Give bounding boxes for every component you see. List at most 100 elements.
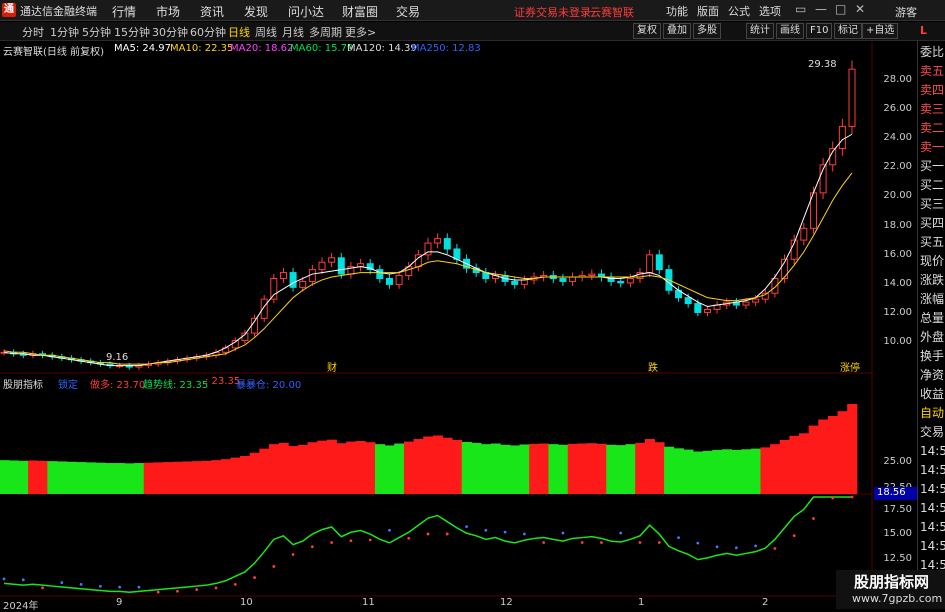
candle-body bbox=[434, 238, 442, 244]
indicator-bar bbox=[721, 449, 733, 494]
level-badge[interactable]: L bbox=[920, 24, 927, 37]
indicator-bar bbox=[432, 435, 443, 494]
indicator-bar bbox=[240, 456, 251, 494]
candle-body bbox=[617, 280, 625, 284]
y-label: 22.00 bbox=[883, 161, 912, 172]
indicator-bar bbox=[85, 462, 97, 494]
indicator-last-value: 18.56 bbox=[874, 487, 918, 500]
candle-body bbox=[385, 277, 393, 285]
trail-marker bbox=[792, 534, 796, 538]
candle-body bbox=[655, 254, 663, 271]
trail-marker bbox=[156, 590, 160, 594]
trail-marker bbox=[368, 538, 372, 542]
sub-y-label: 17.50 bbox=[883, 504, 912, 515]
indicator-bar bbox=[635, 442, 646, 494]
indicator-bar bbox=[693, 451, 704, 494]
indicator-bar bbox=[8, 460, 19, 494]
candle-body bbox=[279, 272, 287, 279]
trail-marker bbox=[754, 544, 758, 548]
indicator-bar bbox=[847, 404, 858, 494]
indicator-bar bbox=[519, 444, 530, 494]
indicator-bar bbox=[606, 444, 617, 494]
trail-marker bbox=[272, 565, 276, 568]
sidebar-item: 卖一 bbox=[920, 140, 945, 154]
sidebar-item: 自动 bbox=[920, 406, 945, 420]
indicator-bar bbox=[134, 463, 145, 494]
indicator-bar bbox=[326, 439, 337, 494]
sidebar-item: 14:56 bbox=[920, 520, 945, 534]
sidebar-item: 现价 bbox=[920, 254, 945, 268]
candle-body bbox=[588, 273, 596, 277]
trail-marker bbox=[137, 585, 141, 589]
indicator-bar bbox=[18, 460, 29, 494]
event-marker[interactable]: 涨停 bbox=[840, 359, 860, 374]
trend-line bbox=[3, 496, 852, 593]
indicator-bar bbox=[799, 433, 810, 494]
indicator-bar bbox=[76, 462, 87, 494]
indicator-bar bbox=[201, 460, 212, 494]
indicator-field: 锁定 bbox=[58, 380, 78, 391]
indicator-bar bbox=[143, 462, 154, 494]
indicator-bar bbox=[37, 460, 48, 494]
candle-body bbox=[569, 276, 577, 282]
trail-marker bbox=[118, 585, 122, 589]
x-label: 1 bbox=[638, 597, 645, 608]
trail-marker bbox=[310, 545, 314, 549]
indicator-bar bbox=[567, 443, 578, 494]
candle-body bbox=[771, 277, 779, 294]
indicator-bar bbox=[153, 462, 164, 494]
trail-marker bbox=[522, 532, 526, 536]
indicator-bar bbox=[278, 442, 289, 494]
y-label: 16.00 bbox=[883, 249, 912, 260]
indicator-bar bbox=[249, 452, 260, 494]
trail-marker bbox=[715, 545, 719, 549]
indicator-bar bbox=[0, 460, 10, 494]
sidebar-item: 卖四 bbox=[920, 83, 945, 97]
indicator-bar bbox=[741, 449, 752, 494]
indicator-bar bbox=[307, 442, 318, 494]
indicator-bar bbox=[95, 462, 106, 494]
candle-body bbox=[395, 275, 403, 285]
event-marker[interactable]: 财 bbox=[327, 359, 337, 374]
trail-marker bbox=[349, 539, 353, 543]
kline-chart[interactable] bbox=[0, 0, 945, 609]
indicator-field: 趋势线: 23.35 bbox=[143, 380, 209, 391]
candle-body bbox=[520, 279, 528, 285]
indicator-bar bbox=[230, 457, 241, 494]
indicator-bar bbox=[346, 441, 357, 494]
candle-body bbox=[626, 277, 634, 284]
sidebar-item: 14:56 bbox=[920, 444, 945, 458]
trail-marker bbox=[734, 546, 738, 550]
indicator-bar bbox=[837, 411, 848, 494]
ma10-line bbox=[3, 172, 853, 365]
sidebar-item: 14:56 bbox=[920, 539, 945, 553]
low-price-label: 9.16 bbox=[106, 352, 129, 363]
indicator-bar bbox=[760, 447, 771, 494]
event-marker[interactable]: 跌 bbox=[648, 359, 658, 374]
indicator-bar bbox=[413, 439, 424, 494]
indicator-bar bbox=[558, 444, 569, 494]
candle-body bbox=[328, 257, 336, 263]
trail-marker bbox=[291, 553, 295, 556]
candle-body bbox=[289, 272, 297, 288]
indicator-bar bbox=[66, 461, 77, 494]
y-label: 14.00 bbox=[883, 278, 912, 289]
indicator-bar bbox=[269, 444, 280, 494]
y-label: 28.00 bbox=[883, 74, 912, 85]
indicator-bar bbox=[587, 443, 598, 494]
trail-marker bbox=[60, 581, 64, 584]
indicator-bar bbox=[750, 448, 761, 494]
indicator-bar bbox=[808, 425, 819, 494]
sidebar-item: 买五 bbox=[920, 235, 945, 249]
trail-marker bbox=[330, 541, 334, 544]
sidebar-item: 14:56 bbox=[920, 501, 945, 515]
candle-body bbox=[559, 277, 567, 282]
x-label: 12 bbox=[500, 597, 513, 608]
indicator-name[interactable]: 股朋指标 bbox=[3, 376, 43, 391]
sidebar-item: 买三 bbox=[920, 197, 945, 211]
candle-body bbox=[752, 298, 760, 303]
y-label: 24.00 bbox=[883, 132, 912, 143]
indicator-bar bbox=[28, 460, 39, 494]
watermark-title: 股朋指标网 bbox=[854, 573, 930, 591]
candle-body bbox=[453, 248, 461, 260]
